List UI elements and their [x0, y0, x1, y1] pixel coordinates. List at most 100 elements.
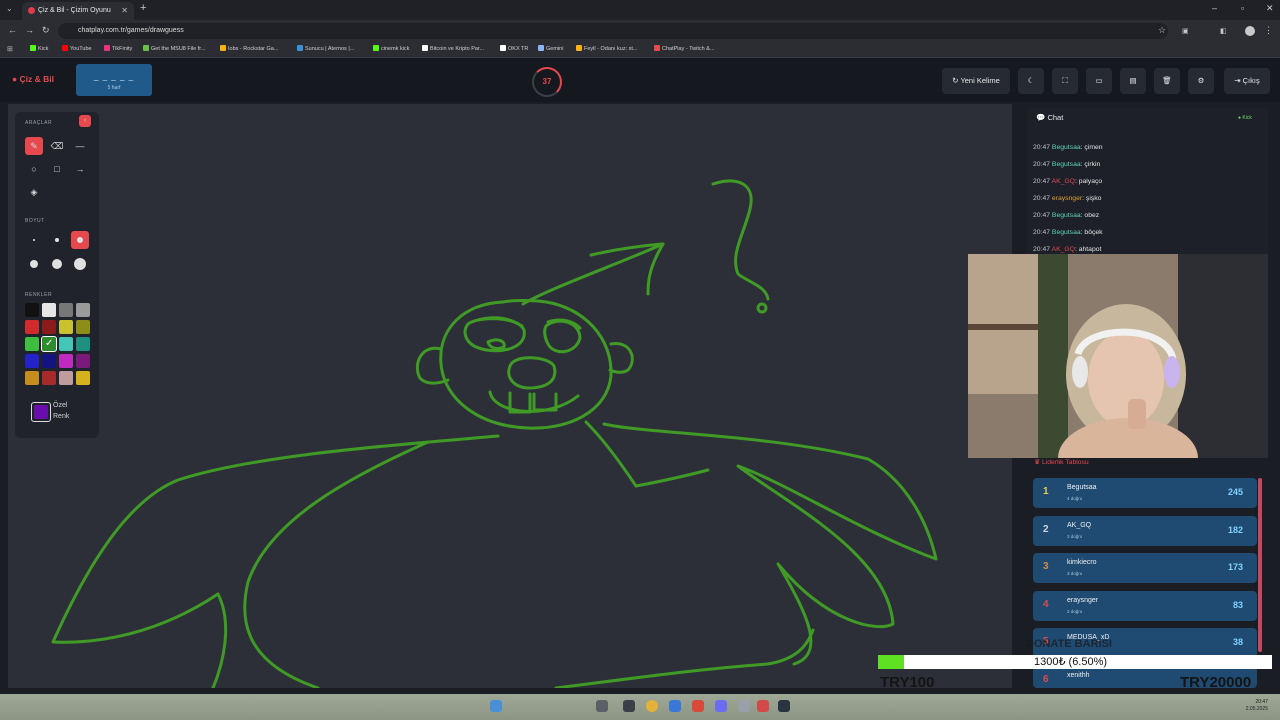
exit-button[interactable]: ⇥ Çıkış: [1224, 68, 1270, 94]
chat-username[interactable]: AK_GQ: [1052, 178, 1075, 185]
chat-username[interactable]: AK_GQ: [1052, 246, 1075, 253]
close-window-icon[interactable]: ✕: [1266, 3, 1274, 14]
bookmark-aternos[interactable]: Sunucu | Aternos |...: [297, 45, 354, 52]
color-swatch[interactable]: [42, 303, 56, 317]
steam-icon[interactable]: [778, 700, 790, 712]
url-input[interactable]: chatplay.com.tr/games/drawguess: [58, 23, 1168, 39]
chrome-icon[interactable]: [646, 700, 658, 712]
app-logo[interactable]: ● Çiz & Bil: [12, 74, 54, 84]
chat-username[interactable]: eraysnger: [1052, 195, 1082, 202]
color-swatch[interactable]: [42, 354, 56, 368]
chat-username[interactable]: Begutsaa: [1052, 212, 1081, 219]
circle-tool[interactable]: ○: [25, 160, 43, 178]
bookmark-okx[interactable]: OKX TR: [500, 45, 528, 52]
stroke-body-left: [51, 434, 500, 688]
start-icon[interactable]: [490, 700, 502, 712]
collapse-panel-icon[interactable]: ‹: [79, 115, 91, 127]
size-xl-dot: [52, 259, 62, 269]
color-swatch[interactable]: [25, 354, 39, 368]
sidebar-icon[interactable]: ◧: [1220, 27, 1227, 35]
color-swatch[interactable]: [25, 320, 39, 334]
color-swatch[interactable]: [76, 337, 90, 351]
bookmark-msu8[interactable]: Get the MSU8 File fr...: [143, 45, 205, 52]
new-tab-button[interactable]: +: [140, 2, 146, 14]
back-icon[interactable]: ←: [8, 25, 17, 35]
color-swatch[interactable]: [25, 371, 39, 385]
custom-color-label[interactable]: Özel Renk: [53, 400, 69, 422]
color-swatch[interactable]: [42, 320, 56, 334]
bookmark-feyll[interactable]: Feyll - Odanı kuz: st...: [576, 45, 638, 52]
profile-avatar[interactable]: [1245, 26, 1255, 36]
rectangle-tool[interactable]: □: [48, 160, 66, 178]
color-swatch[interactable]: [76, 320, 90, 334]
bookmark-rockstar[interactable]: Iobs - Rockstar Ga...: [220, 45, 278, 52]
color-swatch[interactable]: [42, 371, 56, 385]
chat-username[interactable]: Begutsaa: [1052, 229, 1081, 236]
fill-tool[interactable]: ◈: [25, 183, 43, 201]
app-icon-5[interactable]: [757, 700, 769, 712]
app-icon-1[interactable]: [669, 700, 681, 712]
size-xl-button[interactable]: [48, 255, 66, 273]
color-swatch[interactable]: [59, 320, 73, 334]
size-label: BOYUT: [25, 218, 45, 224]
color-swatch[interactable]: [25, 303, 39, 317]
app-icon-4[interactable]: [738, 700, 750, 712]
apps-grid-icon[interactable]: ⊞: [7, 45, 13, 53]
keyboard-button[interactable]: ▭: [1086, 68, 1112, 94]
file-explorer-icon[interactable]: [623, 700, 635, 712]
line-tool[interactable]: —: [71, 137, 89, 155]
color-swatch[interactable]: [59, 303, 73, 317]
tab-list-icon[interactable]: ⌄: [6, 4, 13, 13]
color-swatch[interactable]: [76, 354, 90, 368]
taskbar: [0, 694, 1280, 720]
arrow-tool[interactable]: →: [71, 160, 89, 178]
bookmark-youtube[interactable]: YouTube: [62, 45, 92, 52]
color-swatch[interactable]: ✓: [41, 336, 57, 352]
extension-icon[interactable]: ▣: [1182, 27, 1189, 35]
new-word-button[interactable]: ↻ Yeni Kelime: [942, 68, 1010, 94]
maximize-icon[interactable]: ▫: [1241, 3, 1244, 13]
size-l-button[interactable]: [25, 255, 43, 273]
dark-mode-button[interactable]: ☾: [1018, 68, 1044, 94]
leaderboard-scrollbar[interactable]: [1258, 478, 1262, 652]
size-m-button[interactable]: [71, 231, 89, 249]
size-xxl-button[interactable]: [71, 255, 89, 273]
custom-color-swatch[interactable]: [31, 402, 51, 422]
layout-button[interactable]: ▤: [1120, 68, 1146, 94]
bookmark-star-icon[interactable]: ☆: [1158, 25, 1166, 36]
chat-time: 20:47: [1033, 246, 1052, 253]
size-xs-button[interactable]: [25, 231, 43, 249]
settings-button[interactable]: ⚙: [1188, 68, 1214, 94]
reload-icon[interactable]: ↻: [42, 25, 50, 36]
color-swatch[interactable]: [76, 303, 90, 317]
bookmark-gemini[interactable]: Gemini: [538, 45, 563, 52]
color-swatch[interactable]: [76, 371, 90, 385]
bookmark-chatplay[interactable]: ChatPlay - Twitch &...: [654, 45, 714, 52]
forward-icon[interactable]: →: [25, 25, 34, 35]
clear-canvas-button[interactable]: 🗑: [1154, 68, 1180, 94]
color-swatch[interactable]: [59, 371, 73, 385]
close-tab-icon[interactable]: ✕: [121, 2, 128, 19]
minimize-icon[interactable]: –: [1212, 3, 1217, 13]
browser-tab[interactable]: Çiz & Bil - Çizim Oyunu ✕: [22, 2, 134, 20]
bookmark-cinemk[interactable]: cinemk kick: [373, 45, 409, 52]
chat-username[interactable]: Begutsaa: [1052, 144, 1081, 151]
app-icon-3[interactable]: [715, 700, 727, 712]
system-clock[interactable]: 20:47 2.05.2025: [1246, 699, 1268, 713]
bookmark-bitcoin[interactable]: Bitcoin ve Kripto Par...: [422, 45, 484, 52]
pencil-tool[interactable]: ✎: [25, 137, 43, 155]
color-swatch[interactable]: [59, 354, 73, 368]
app-icon-2[interactable]: [692, 700, 704, 712]
task-view-icon[interactable]: [596, 700, 608, 712]
color-swatch[interactable]: [59, 337, 73, 351]
browser-menu-icon[interactable]: ⋮: [1264, 25, 1273, 36]
bookmark-tikfinity[interactable]: TikFinity: [104, 45, 132, 52]
fullscreen-button[interactable]: ⛶: [1052, 68, 1078, 94]
eraser-tool[interactable]: ⌫: [48, 137, 66, 155]
stroke-ear-right: [608, 342, 634, 374]
color-swatch[interactable]: [25, 337, 39, 351]
chat-username[interactable]: Begutsaa: [1052, 161, 1081, 168]
size-s-button[interactable]: [48, 231, 66, 249]
leaderboard-name: AK_GQ: [1067, 521, 1092, 529]
bookmark-kick[interactable]: Kick: [30, 45, 48, 52]
